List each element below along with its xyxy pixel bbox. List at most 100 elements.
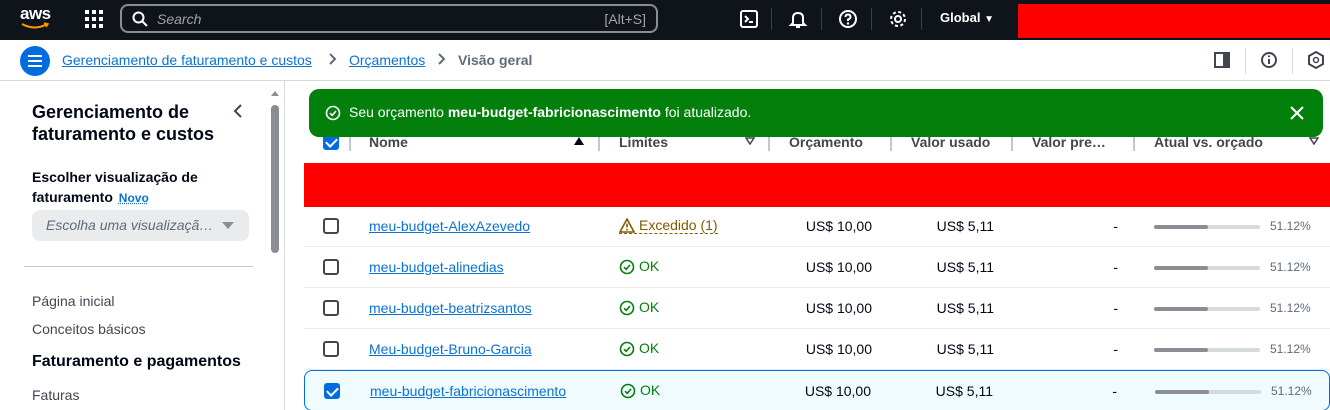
budget-name-link[interactable]: Meu-budget-Bruno-Garcia [369, 341, 532, 357]
forecast-amount: - [1112, 383, 1117, 399]
chevron-right-icon [328, 52, 338, 66]
used-amount: US$ 5,11 [936, 383, 993, 399]
table-row[interactable]: Meu-budget-Bruno-Garcia OK US$ 10,00 US$ 5,… [304, 329, 1330, 370]
breadcrumb-billing[interactable]: Gerenciamento de faturamento e custos [62, 52, 312, 68]
progress-fill [1154, 307, 1208, 311]
hexagon-icon[interactable] [1307, 51, 1325, 69]
row-checkbox[interactable] [324, 383, 340, 399]
budget-name-link[interactable]: meu-budget-fabricionascimento [370, 383, 566, 399]
flash-prefix: Seu orçamento [349, 104, 448, 120]
breadcrumb-budgets[interactable]: Orçamentos [349, 52, 425, 68]
search-bar[interactable]: Search [Alt+S] [120, 4, 658, 33]
breadcrumb-current: Visão geral [458, 52, 532, 68]
budget-name-link[interactable]: meu-budget-alinedias [369, 259, 504, 275]
budget-amount: US$ 10,00 [806, 259, 872, 275]
redacted-row [304, 163, 1330, 207]
sidebar-section-billing-payments: Faturamento e pagamentos [32, 353, 241, 371]
status-indicator: OK [619, 340, 659, 356]
info-icon[interactable] [1260, 51, 1278, 69]
row-checkbox[interactable] [323, 341, 339, 357]
table-row[interactable]: meu-budget-alinedias OK US$ 10,00 US$ 5,11 -… [304, 247, 1330, 288]
scrollbar-thumb[interactable] [271, 105, 279, 253]
budget-amount: US$ 10,00 [806, 300, 872, 316]
status-text: OK [639, 340, 659, 356]
region-selector[interactable]: Global ▼ [940, 10, 994, 25]
scroll-up-arrow-icon[interactable] [271, 91, 279, 96]
progress-fill [1155, 390, 1209, 394]
menu-button[interactable] [20, 46, 50, 76]
bell-icon[interactable] [788, 9, 808, 29]
sort-ascending-icon[interactable] [574, 137, 584, 145]
panel-toggle-icon[interactable] [1213, 51, 1231, 69]
sort-icon[interactable] [1309, 137, 1319, 145]
billing-view-label: Escolher visualização de faturamento Nov… [32, 167, 212, 208]
used-amount: US$ 5,11 [937, 218, 994, 234]
breadcrumb-bar: Gerenciamento de faturamento e custos Or… [0, 40, 1330, 81]
redacted-account-area [1018, 4, 1330, 38]
billing-view-select[interactable]: Escolha uma visualizaçã… [32, 210, 249, 241]
caret-down-icon: ▼ [984, 14, 994, 25]
close-icon[interactable] [1289, 105, 1305, 121]
row-checkbox[interactable] [323, 300, 339, 316]
progress-bar [1154, 307, 1260, 311]
progress-bar [1154, 225, 1260, 229]
status-ok-icon [620, 383, 636, 399]
help-icon[interactable] [838, 9, 858, 29]
sidebar-item-invoices[interactable]: Faturas [32, 387, 79, 403]
flash-suffix: foi atualizado. [661, 104, 751, 120]
used-amount: US$ 5,11 [937, 259, 994, 275]
billing-view-placeholder: Escolha uma visualizaçã… [46, 217, 213, 233]
search-icon [132, 11, 148, 27]
status-text: Excedido (1) [639, 217, 718, 233]
status-ok-icon [619, 300, 635, 316]
status-text: OK [639, 258, 659, 274]
progress-fill [1154, 225, 1208, 229]
chevron-right-icon [437, 52, 447, 66]
search-shortcut: [Alt+S] [604, 11, 646, 27]
settings-gear-icon[interactable] [888, 9, 908, 29]
status-indicator[interactable]: Excedido (1) [619, 217, 718, 234]
progress-fill [1154, 348, 1208, 352]
aws-logo[interactable]: aws [20, 4, 54, 34]
table-row[interactable]: meu-budget-AlexAzevedo Excedido (1) US$ 10… [304, 206, 1330, 247]
progress-percent: 51.12% [1270, 301, 1311, 315]
search-placeholder: Search [157, 11, 201, 27]
forecast-amount: - [1113, 300, 1118, 316]
caret-down-icon [222, 222, 234, 229]
sidebar-scrollbar[interactable] [270, 91, 280, 410]
budget-amount: US$ 10,00 [805, 383, 871, 399]
region-label: Global [940, 10, 980, 25]
collapse-sidebar-icon[interactable] [232, 103, 244, 119]
row-checkbox[interactable] [323, 218, 339, 234]
progress-percent: 51.12% [1270, 219, 1311, 233]
status-indicator: OK [619, 299, 659, 315]
row-checkbox[interactable] [323, 259, 339, 275]
budget-name-link[interactable]: meu-budget-beatrizsantos [369, 300, 532, 316]
success-check-icon [325, 105, 341, 121]
budget-name-link[interactable]: meu-budget-AlexAzevedo [369, 218, 530, 234]
sidebar-item-home[interactable]: Página inicial [32, 293, 115, 309]
new-badge[interactable]: Novo [119, 191, 149, 205]
forecast-amount: - [1113, 259, 1118, 275]
cloudshell-icon[interactable] [739, 9, 759, 29]
progress-fill [1154, 266, 1208, 270]
progress-bar [1155, 390, 1261, 394]
services-grid-icon[interactable] [85, 10, 103, 28]
table-row[interactable]: meu-budget-beatrizsantos OK US$ 10,00 US$ 5… [304, 288, 1330, 329]
success-flashbar: Seu orçamento meu-budget-fabricionascime… [309, 89, 1323, 137]
aws-logo-text: aws [20, 4, 51, 23]
progress-percent: 51.12% [1270, 342, 1311, 356]
sidebar: Gerenciamento de faturamento e custos Es… [0, 81, 285, 410]
billing-view-label-text: Escolher visualização de faturamento [32, 169, 198, 205]
status-text: OK [639, 299, 659, 315]
status-ok-icon [619, 259, 635, 275]
status-ok-icon [619, 341, 635, 357]
table-row[interactable]: meu-budget-fabricionascimento OK US$ 10,00… [304, 370, 1330, 410]
sort-icon[interactable] [745, 137, 755, 145]
budget-amount: US$ 10,00 [806, 218, 872, 234]
status-text: OK [640, 382, 660, 398]
top-navigation: aws Search [Alt+S] Global ▼ [0, 0, 1330, 40]
sidebar-item-getting-started[interactable]: Conceitos básicos [32, 321, 146, 337]
forecast-amount: - [1113, 218, 1118, 234]
progress-bar [1154, 266, 1260, 270]
